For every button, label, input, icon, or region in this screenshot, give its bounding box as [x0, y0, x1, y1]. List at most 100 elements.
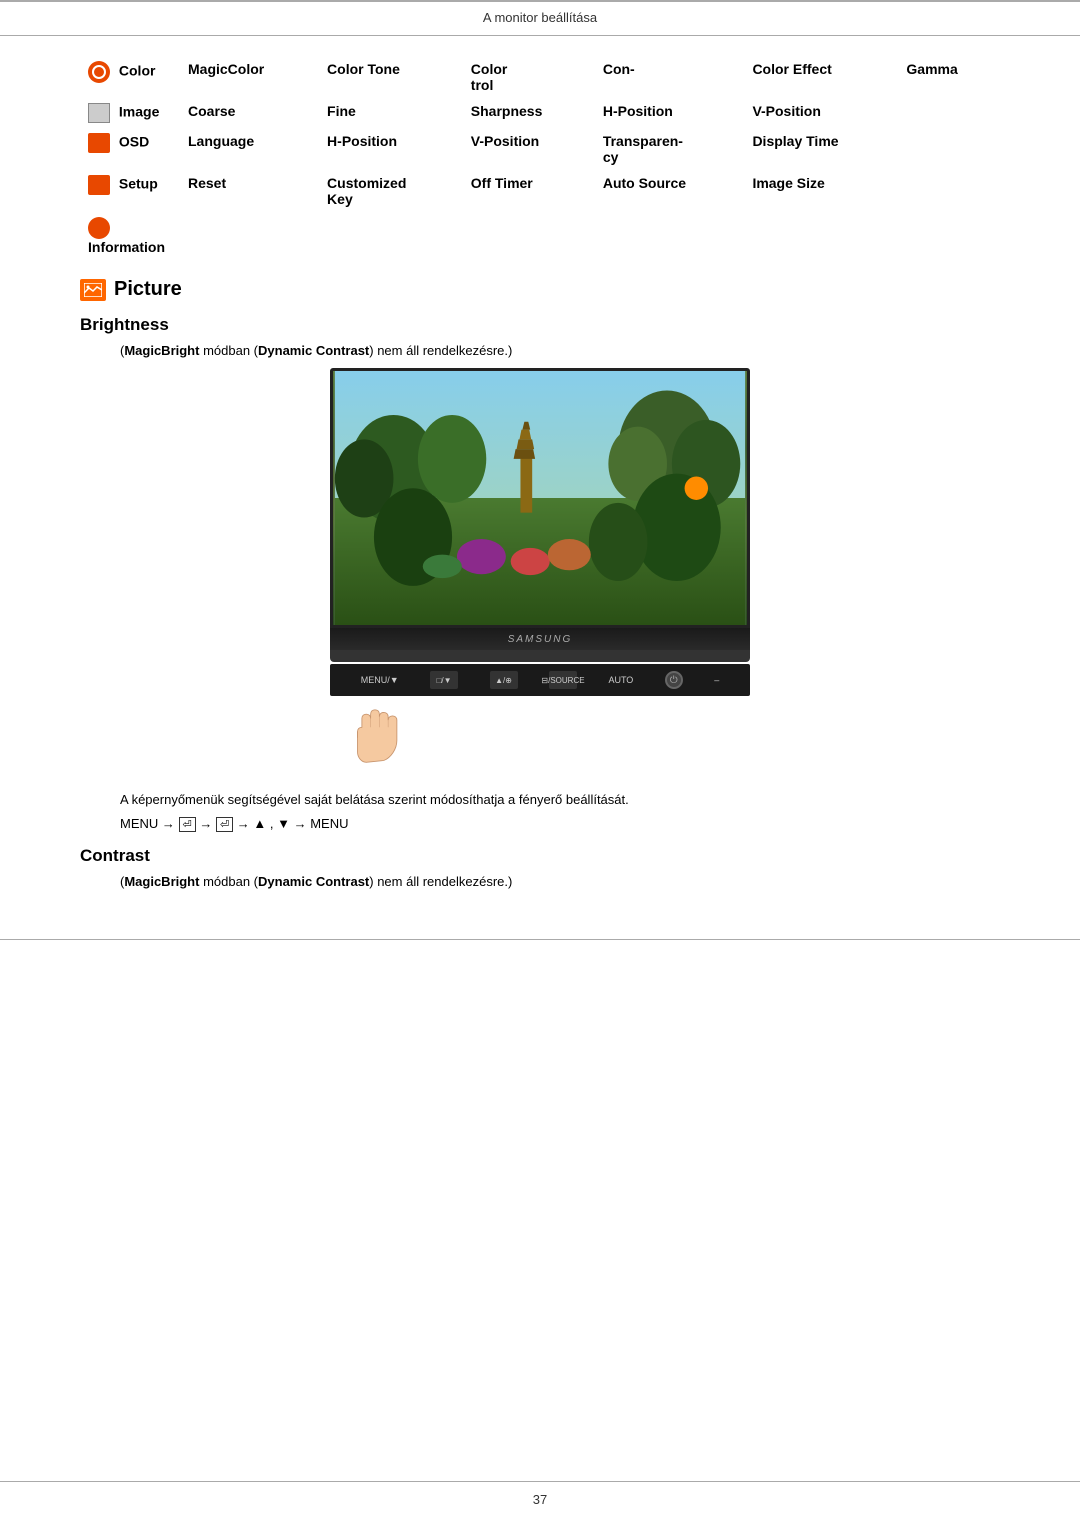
vposition-text: V-Position — [752, 103, 820, 119]
nav-cell-osd-hpos: H-Position — [319, 128, 463, 170]
color-label: Color — [119, 63, 156, 79]
picture-svg-icon — [84, 283, 102, 297]
nav-cell-offtimer: Off Timer — [463, 170, 595, 212]
nav-row-setup: Setup Reset CustomizedKey Off Timer Auto… — [80, 170, 1000, 212]
ctrl-minus: – — [714, 675, 719, 685]
ctrl-power: ⏻ — [665, 671, 683, 689]
nav-cell-setup-icon: Setup — [80, 170, 180, 212]
bottom-divider — [0, 939, 1080, 940]
nav-cell-displaytime: Display Time — [744, 128, 898, 170]
nav-cell-language: Language — [180, 128, 319, 170]
nav-row-image: Image Coarse Fine Sharpness H-Position V… — [80, 98, 1000, 128]
customized-text: CustomizedKey — [327, 175, 406, 207]
nav-cell-autosource: Auto Source — [595, 170, 745, 212]
nav-row-information: Information — [80, 212, 1000, 260]
nav-cell-fine: Fine — [319, 98, 463, 128]
nav-cell-gamma: Gamma — [898, 56, 1000, 98]
brightness-note: (MagicBright módban (Dynamic Contrast) n… — [120, 343, 1000, 358]
brightness-menu-nav: MENU → ⏎ → ⏎ → ▲ , ▼ → MENU — [120, 816, 1000, 832]
contrast-dynamic-contrast-bold: Dynamic Contrast — [258, 874, 369, 889]
contrast-note: (MagicBright módban (Dynamic Contrast) n… — [120, 874, 1000, 889]
transparency-text: Transparen-cy — [603, 133, 683, 165]
contrast-title: Contrast — [80, 846, 1000, 866]
monitor-bezel: SAMSUNG — [330, 628, 750, 650]
osd-icon — [88, 133, 110, 153]
reset-text: Reset — [188, 175, 226, 191]
imagesize-text: Image Size — [752, 175, 824, 191]
gamma-text: Gamma — [906, 61, 957, 77]
nav-cell-info-icon: Information — [80, 212, 180, 260]
nav-cell-hposition: H-Position — [595, 98, 745, 128]
image-icon — [88, 103, 110, 123]
colorcontrol-text: Colortrol — [471, 61, 508, 93]
nav-cell-coarse: Coarse — [180, 98, 319, 128]
setup-icon — [88, 175, 110, 195]
image-label: Image — [119, 104, 159, 120]
nav-cell-color-tone: Color Tone — [319, 56, 463, 98]
garden-scene-svg — [333, 371, 747, 625]
osd-label: OSD — [119, 134, 149, 150]
nav-cell-transparency: Transparen-cy — [595, 128, 745, 170]
enter-symbol-2: ⏎ — [216, 817, 233, 832]
colortone-text: Color Tone — [327, 61, 400, 77]
nav-cell-color-control: Colortrol — [463, 56, 595, 98]
displaytime-text: Display Time — [752, 133, 838, 149]
language-text: Language — [188, 133, 254, 149]
ctrl-menu: MENU/▼ — [361, 675, 399, 685]
monitor-screen-inner — [333, 371, 747, 625]
header-text: A monitor beállítása — [483, 10, 597, 25]
con-text: Con- — [603, 61, 635, 77]
nav-cell-osd-icon: OSD — [80, 128, 180, 170]
contrast-magicbright-bold: MagicBright — [124, 874, 199, 889]
fine-text: Fine — [327, 103, 356, 119]
nav-row-osd: OSD Language H-Position V-Position Trans… — [80, 128, 1000, 170]
coarse-text: Coarse — [188, 103, 235, 119]
picture-title: Picture — [114, 278, 182, 301]
hand-cursor-area — [330, 696, 750, 776]
setup-label: Setup — [119, 176, 158, 192]
brightness-title: Brightness — [80, 315, 1000, 335]
nav-cell-con: Con- — [595, 56, 745, 98]
samsung-logo: SAMSUNG — [508, 634, 573, 645]
hand-cursor-svg — [345, 701, 405, 771]
nav-cell-imagesize: Image Size — [744, 170, 898, 212]
ctrl-brightness: ▲/⊕ — [490, 671, 518, 689]
picture-section-header: Picture — [80, 278, 1000, 301]
autosource-text: Auto Source — [603, 175, 686, 191]
osd-hposition-text: H-Position — [327, 133, 397, 149]
nav-cell-color-icon: Color — [80, 56, 180, 98]
sharpness-text: Sharpness — [471, 103, 543, 119]
ctrl-auto: AUTO — [608, 675, 633, 685]
monitor-screen — [330, 368, 750, 628]
picture-icon — [80, 279, 106, 301]
nav-row-color: Color MagicColor Color Tone Colortrol Co… — [80, 56, 1000, 98]
information-label: Information — [88, 239, 165, 255]
nav-cell-color-magiccolor: MagicColor — [180, 56, 319, 98]
nav-cell-vposition: V-Position — [744, 98, 898, 128]
enter-symbol-1: ⏎ — [179, 817, 196, 832]
nav-cell-reset: Reset — [180, 170, 319, 212]
nav-table: Color MagicColor Color Tone Colortrol Co… — [80, 56, 1000, 260]
osd-vposition-text: V-Position — [471, 133, 539, 149]
magicbright-bold: MagicBright — [124, 343, 199, 358]
magiccolor-text: MagicColor — [188, 61, 264, 77]
nav-cell-customized: CustomizedKey — [319, 170, 463, 212]
ctrl-source: ⊟/SOURCE — [549, 671, 577, 689]
page-number: 37 — [533, 1492, 547, 1507]
hposition-text: H-Position — [603, 103, 673, 119]
nav-cell-sharpness: Sharpness — [463, 98, 595, 128]
offtimer-text: Off Timer — [471, 175, 533, 191]
main-content: Color MagicColor Color Tone Colortrol Co… — [0, 36, 1080, 939]
ctrl-square: □/▼ — [430, 671, 458, 689]
monitor-illustration: SAMSUNG MENU/▼ □/▼ ▲/⊕ ⊟/SOURCE AUTO ⏻ – — [330, 368, 750, 776]
nav-cell-osd-vpos: V-Position — [463, 128, 595, 170]
monitor-controls-bar: MENU/▼ □/▼ ▲/⊕ ⊟/SOURCE AUTO ⏻ – — [330, 664, 750, 696]
monitor-base — [330, 650, 750, 662]
page-footer: 37 — [0, 1481, 1080, 1507]
brightness-desc: A képernyőmenük segítségével saját belát… — [120, 790, 1000, 810]
color-icon — [88, 61, 110, 83]
nav-cell-image-icon: Image — [80, 98, 180, 128]
info-icon — [88, 217, 110, 239]
page-header: A monitor beállítása — [0, 2, 1080, 36]
nav-cell-color-effect: Color Effect — [744, 56, 898, 98]
